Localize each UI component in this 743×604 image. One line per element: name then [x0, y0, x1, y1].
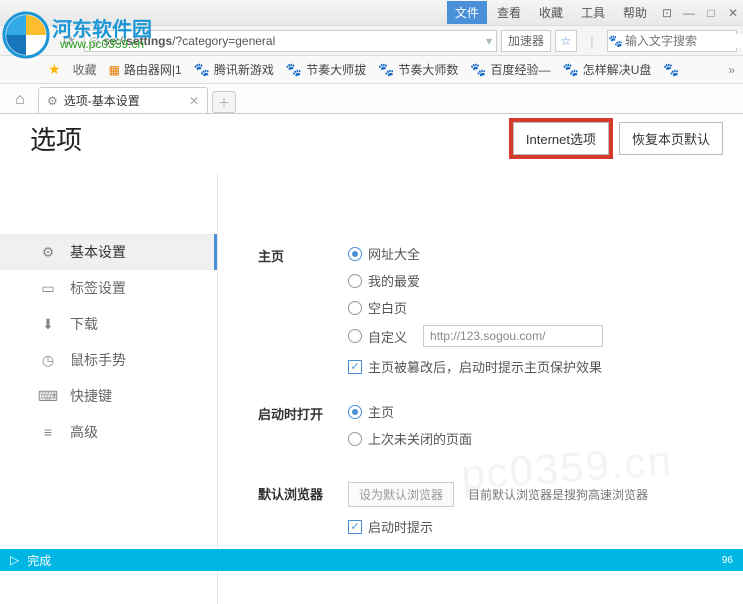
favorites-label[interactable]: 收藏: [73, 61, 97, 78]
paw-icon: 🐾: [378, 62, 394, 78]
homepage-radio-all[interactable]: 网址大全: [348, 244, 723, 263]
keyboard-icon: ⌨: [40, 388, 56, 405]
startup-radio-last[interactable]: 上次未关闭的页面: [348, 429, 723, 448]
favorite-star-icon[interactable]: ☆: [555, 30, 577, 52]
paw-icon: 🐾: [563, 62, 579, 78]
radio-icon: [348, 274, 362, 288]
sidebar-item-shortcut[interactable]: ⌨快捷键: [0, 378, 217, 414]
paw-icon[interactable]: 🐾: [663, 62, 679, 78]
tab-icon: ▭: [40, 280, 56, 297]
radio-icon: [348, 432, 362, 446]
settings-sidebar: ⚙基本设置 ▭标签设置 ⬇下载 ◷鼠标手势 ⌨快捷键 ≡高级: [0, 174, 218, 604]
homepage-protect-checkbox[interactable]: ✓主页被篡改后，启动时提示主页保护效果: [348, 357, 723, 376]
checkbox-icon: ✓: [348, 520, 362, 534]
bookmark-item[interactable]: 🐾百度经验—: [470, 61, 550, 78]
set-default-browser-button[interactable]: 设为默认浏览器: [348, 482, 454, 507]
close-icon[interactable]: ✕: [723, 3, 743, 23]
paw-icon: 🐾: [194, 62, 210, 78]
search-box[interactable]: 🐾 🔍: [607, 30, 737, 52]
radio-icon: [348, 301, 362, 315]
menu-view[interactable]: 查看: [489, 1, 529, 24]
section-homepage-label: 主页: [258, 244, 348, 376]
home-icon[interactable]: ⌂: [6, 87, 34, 113]
download-icon: ⬇: [40, 316, 56, 333]
menu-favorites[interactable]: 收藏: [531, 1, 571, 24]
bookmarks-overflow-icon[interactable]: »: [728, 63, 735, 77]
bookmark-item[interactable]: 🐾怎样解决U盘: [563, 61, 652, 78]
status-percent: 96: [722, 555, 733, 566]
sidebar-item-tabs[interactable]: ▭标签设置: [0, 270, 217, 306]
gear-icon: ⚙: [40, 244, 56, 261]
status-text: 完成: [27, 552, 51, 569]
internet-options-button[interactable]: Internet选项: [513, 122, 609, 155]
url-dropdown-icon[interactable]: ▾: [486, 34, 492, 48]
mouse-icon: ◷: [40, 352, 56, 369]
menu-icon: ≡: [40, 424, 56, 440]
menu-file[interactable]: 文件: [447, 1, 487, 24]
homepage-radio-blank[interactable]: 空白页: [348, 298, 723, 317]
paw-icon: 🐾: [470, 62, 486, 78]
tab-settings[interactable]: ⚙ 选项-基本设置 ✕: [38, 87, 208, 113]
radio-icon: [348, 329, 362, 343]
brand-url: www.pc0359.cn: [60, 37, 144, 51]
tab-title: 选项-基本设置: [64, 92, 140, 109]
homepage-radio-fav[interactable]: 我的最爱: [348, 271, 723, 290]
pin-icon[interactable]: ⊡: [657, 3, 677, 23]
bookmark-item[interactable]: 🐾节奏大师拔: [286, 61, 366, 78]
gear-icon: ⚙: [47, 94, 58, 108]
bookmark-item[interactable]: 🐾腾讯新游戏: [194, 61, 274, 78]
sidebar-item-download[interactable]: ⬇下载: [0, 306, 217, 342]
favorites-star-icon[interactable]: ★: [48, 61, 61, 78]
maximize-icon[interactable]: □: [701, 3, 721, 23]
default-browser-desc: 目前默认浏览器是搜狗高速浏览器: [468, 486, 648, 503]
homepage-radio-custom[interactable]: 自定义: [348, 325, 723, 347]
new-tab-icon[interactable]: ＋: [212, 91, 236, 113]
section-startup-label: 启动时打开: [258, 402, 348, 456]
page-title: 选项: [30, 120, 82, 157]
sidebar-item-advanced[interactable]: ≡高级: [0, 414, 217, 450]
app-logo-icon: [2, 11, 50, 59]
search-engine-icon[interactable]: 🐾: [608, 34, 623, 48]
checkbox-icon: ✓: [348, 360, 362, 374]
startup-radio-home[interactable]: 主页: [348, 402, 723, 421]
radio-icon: [348, 405, 362, 419]
divider: |: [581, 30, 603, 52]
bookmark-item[interactable]: 🐾节奏大师数: [378, 61, 458, 78]
bookmark-item[interactable]: ▦路由器网|1: [109, 61, 182, 78]
tab-close-icon[interactable]: ✕: [189, 94, 199, 108]
sidebar-item-mouse[interactable]: ◷鼠标手势: [0, 342, 217, 378]
accelerator-button[interactable]: 加速器: [501, 30, 551, 52]
paw-icon: 🐾: [286, 62, 302, 78]
status-bar: ▷ 完成 96: [0, 549, 743, 571]
play-icon[interactable]: ▷: [10, 553, 19, 567]
startup-prompt-checkbox[interactable]: ✓启动时提示: [348, 517, 723, 536]
minimize-icon[interactable]: —: [679, 3, 699, 23]
section-default-browser-label: 默认浏览器: [258, 482, 348, 536]
homepage-custom-input[interactable]: [423, 325, 603, 347]
url-path: /?category=general: [172, 34, 275, 48]
radio-icon: [348, 247, 362, 261]
restore-defaults-button[interactable]: 恢复本页默认: [619, 122, 723, 155]
menu-tools[interactable]: 工具: [573, 1, 613, 24]
menu-help[interactable]: 帮助: [615, 1, 655, 24]
search-input[interactable]: [623, 34, 743, 48]
sidebar-item-basic[interactable]: ⚙基本设置: [0, 234, 217, 270]
